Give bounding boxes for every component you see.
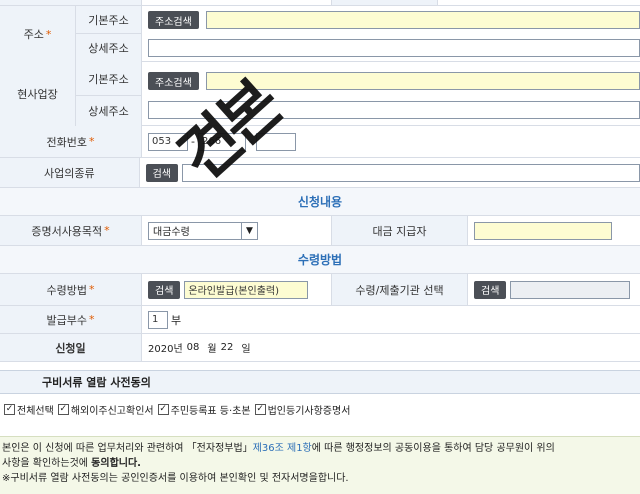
apply-date-day: 22 (220, 342, 234, 353)
apply-date-label: 신청일 (0, 334, 142, 361)
apply-date-month-unit: 월 (207, 344, 217, 355)
work-address-search-button[interactable]: 주소검색 (148, 72, 199, 90)
payer-label: 대금 지급자 (332, 216, 468, 245)
address-search-button[interactable]: 주소검색 (148, 11, 199, 29)
work-address-basic-label: 기본주소 (76, 62, 142, 96)
check-icon: ✓ (57, 403, 69, 415)
consent-notice: 본인은 이 신청에 따른 업무처리와 관련하여 「전자정부법」제36조 제1항에… (0, 436, 640, 494)
check-icon: ✓ (4, 403, 15, 415)
copies-label: 발급부수 * (0, 306, 142, 333)
apply-date-row: 신청일 2020년 08 월 22 일 (0, 334, 640, 362)
consent-checkbox-row: ✓ 전체선택 ✓ 해외이주신고확인서 ✓ 주민등록표 등·초본 ✓ 법인등기사항… (0, 398, 640, 420)
application-section-header: 신청내용 (0, 188, 640, 216)
chevron-down-icon: ▼ (241, 222, 257, 239)
apply-date-year: 2020년 (148, 344, 183, 355)
work-address-label: 현사업장 (0, 62, 76, 126)
receipt-org-search-button[interactable]: 검색 (474, 280, 507, 299)
receipt-method-input[interactable]: 온라인발급(본인출력) (184, 280, 309, 299)
receipt-search-button[interactable]: 검색 (148, 280, 181, 299)
purpose-select[interactable]: 대금수령 ▼ (148, 221, 258, 240)
checkbox-resident-registration[interactable]: ✓ 주민등록표 등·초본 (157, 402, 251, 417)
checkbox-select-all[interactable]: ✓ 전체선택 (4, 402, 54, 417)
payer-input[interactable] (474, 221, 612, 240)
receipt-row: 수령방법 * 검색 온라인발급(본인출력) 수령/제출기관 선택 검색 (0, 274, 640, 306)
apply-date-day-unit: 일 (241, 344, 251, 355)
check-icon: ✓ (157, 403, 169, 415)
apply-date-month: 08 (186, 342, 200, 353)
receipt-label: 수령방법 * (0, 274, 142, 305)
phone-label: 전화번호 * (0, 126, 142, 157)
address-detail-label: 상세주소 (76, 34, 142, 62)
work-address-group: 현사업장 기본주소 상세주소 주소검색 (0, 62, 640, 126)
copies-input[interactable]: 1 (148, 310, 168, 329)
purpose-row: 증명서사용목적 * 대금수령 ▼ 대금 지급자 (0, 216, 640, 246)
business-type-row: 사업의종류 검색 (0, 158, 640, 188)
work-address-basic-input[interactable] (206, 72, 640, 90)
checkbox-corporate-registry[interactable]: ✓ 법인등기사항증명서 (254, 402, 350, 417)
phone-row: 전화번호 * 053 - 266 - (0, 126, 640, 158)
check-icon: ✓ (254, 403, 266, 415)
receipt-org-label: 수령/제출기관 선택 (332, 274, 468, 305)
copies-unit: 부 (171, 313, 182, 327)
consent-title: 구비서류 열람 사전동의 (42, 376, 151, 389)
receipt-section-header: 수령방법 (0, 246, 640, 274)
address-basic-input[interactable] (206, 11, 640, 29)
work-address-detail-label: 상세주소 (76, 96, 142, 126)
address-label: 주소 * (0, 6, 76, 62)
address-basic-label: 기본주소 (76, 6, 142, 34)
copies-row: 발급부수 * 1 부 (0, 306, 640, 334)
address-detail-input[interactable] (148, 39, 640, 57)
consent-title-bar: 구비서류 열람 사전동의 (0, 370, 640, 394)
business-type-search-button[interactable]: 검색 (145, 163, 178, 182)
business-type-label: 사업의종류 (0, 158, 140, 187)
law-article-link[interactable]: 제36조 제1항 (253, 443, 312, 454)
checkbox-overseas-emigration[interactable]: ✓ 해외이주신고확인서 (57, 402, 154, 417)
purpose-label: 증명서사용목적 * (0, 216, 142, 245)
receipt-org-input[interactable] (510, 280, 631, 299)
address-group: 주소 * 기본주소 상세주소 주소검색 (0, 6, 640, 62)
